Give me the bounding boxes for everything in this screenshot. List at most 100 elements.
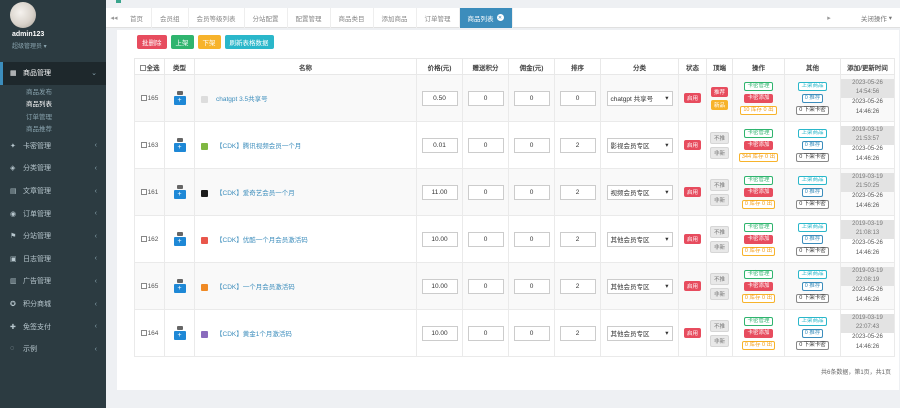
tab[interactable]: 商品列表 ✕ (459, 7, 513, 28)
row-select-cell[interactable]: 164 (134, 309, 165, 357)
product-name-cell[interactable]: 【CDK】黄金1个月激活码 (194, 309, 417, 357)
sort-input[interactable]: 2 (559, 231, 596, 247)
category-select[interactable]: 其他会员专区 ▾ (606, 325, 673, 341)
status-toggle[interactable]: 启用 (683, 328, 701, 338)
submenu-item[interactable]: 商品列表 (0, 97, 106, 110)
card-manage-button[interactable]: 卡密管理 (744, 316, 773, 326)
unshelf-card-button[interactable]: 0 下架卡密 (796, 105, 829, 115)
commission-input[interactable]: 0 (513, 90, 550, 106)
tab[interactable]: 首页 (122, 7, 152, 28)
points-input[interactable]: 0 (467, 137, 504, 153)
row-checkbox[interactable] (140, 282, 147, 289)
product-name-link[interactable]: 【CDK】一个月会员激活码 (216, 284, 295, 291)
on-shelf-button[interactable]: 上架 (170, 35, 194, 49)
price-input[interactable]: 10.00 (421, 278, 458, 294)
commission-input[interactable]: 0 (513, 184, 550, 200)
row-select-cell[interactable]: 161 (134, 168, 165, 216)
card-add-button[interactable]: 卡密添加 (744, 187, 773, 197)
unshelf-card-button[interactable]: 0 下架卡密 (796, 152, 829, 162)
category-select[interactable]: 其他会员专区 ▾ (606, 278, 673, 294)
sort-input[interactable]: 2 (559, 137, 596, 153)
recommend-button[interactable]: 0 推荐 (801, 328, 824, 338)
sidebar-item[interactable]: ✦ 卡密管理 ‹ (0, 135, 106, 158)
submenu-item[interactable]: 订单管理 (0, 110, 106, 123)
unshelf-card-button[interactable]: 0 下架卡密 (796, 293, 829, 303)
status-toggle[interactable]: 启用 (683, 234, 701, 244)
row-checkbox[interactable] (140, 94, 147, 101)
tab[interactable]: 订单管理 (417, 7, 460, 28)
tab[interactable]: 会员等级列表 (189, 7, 245, 28)
tab[interactable]: 会员组 (152, 7, 189, 28)
product-name-link[interactable]: 【CDK】腾讯视频会员一个月 (216, 143, 301, 150)
sidebar-item[interactable]: ▤ 文章管理 ‹ (0, 180, 106, 203)
shelf-button[interactable]: 上架商品 (798, 81, 827, 91)
commission-input[interactable]: 0 (513, 231, 550, 247)
card-manage-button[interactable]: 卡密管理 (744, 175, 773, 185)
price-input[interactable]: 0.50 (421, 90, 458, 106)
price-input[interactable]: 10.00 (421, 325, 458, 341)
category-select[interactable]: 影视会员专区 ▾ (606, 137, 673, 153)
card-manage-button[interactable]: 卡密管理 (744, 269, 773, 279)
shelf-button[interactable]: 上架商品 (798, 269, 827, 279)
card-manage-button[interactable]: 卡密管理 (744, 128, 773, 138)
tab[interactable]: 配置管理 (288, 7, 331, 28)
status-toggle[interactable]: 启用 (683, 140, 701, 150)
product-name-cell[interactable]: 【CDK】腾讯视频会员一个月 (194, 121, 417, 169)
row-select-cell[interactable]: 165 (134, 74, 165, 122)
tab-prev-icon[interactable]: ◂◂ (106, 14, 122, 22)
status-toggle[interactable]: 启用 (683, 93, 701, 103)
batch-delete-button[interactable]: 批删除 (137, 35, 167, 49)
price-input[interactable]: 11.00 (421, 184, 458, 200)
product-name-link[interactable]: 【CDK】优酷一个月会员激活码 (216, 237, 308, 244)
row-select-cell[interactable]: 163 (134, 121, 165, 169)
sort-input[interactable]: 2 (559, 278, 596, 294)
sort-input[interactable]: 0 (559, 90, 596, 106)
submenu-item[interactable]: 商品发布 (0, 85, 106, 98)
category-select[interactable]: chatgpt 共享号 ▾ (606, 90, 673, 106)
recommend-button[interactable]: 0 推荐 (801, 93, 824, 103)
shelf-button[interactable]: 上架商品 (798, 316, 827, 326)
card-manage-button[interactable]: 卡密管理 (744, 81, 773, 91)
commission-input[interactable]: 0 (513, 278, 550, 294)
user-role[interactable]: 超级管理员 ▾ (12, 41, 47, 50)
status-toggle[interactable]: 启用 (683, 187, 701, 197)
recommend-button[interactable]: 0 推荐 (801, 234, 824, 244)
recommend-button[interactable]: 0 推荐 (801, 140, 824, 150)
new-toggle[interactable]: 非新 (709, 334, 729, 347)
recommend-toggle[interactable]: 不推 (709, 225, 729, 238)
recommend-toggle[interactable]: 推荐 (710, 86, 728, 97)
tab[interactable]: 添加商品 (374, 7, 417, 28)
card-manage-button[interactable]: 卡密管理 (744, 222, 773, 232)
card-add-button[interactable]: 卡密添加 (744, 93, 773, 103)
new-toggle[interactable]: 非新 (709, 193, 729, 206)
points-input[interactable]: 0 (467, 231, 504, 247)
product-name-cell[interactable]: 【CDK】一个月会员激活码 (194, 262, 417, 310)
category-select[interactable]: 视频会员专区 ▾ (606, 184, 673, 200)
sidebar-item[interactable]: ◉ 订单管理 ‹ (0, 202, 106, 225)
card-add-button[interactable]: 卡密添加 (744, 281, 773, 291)
product-name-link[interactable]: chatgpt 3.5共享号 (216, 96, 268, 103)
sidebar-item[interactable]: ✚ 免签支付 ‹ (0, 315, 106, 338)
unshelf-card-button[interactable]: 0 下架卡密 (796, 199, 829, 209)
product-name-cell[interactable]: 【CDK】爱奇艺会员一个月 (194, 168, 417, 216)
row-checkbox[interactable] (140, 141, 147, 148)
product-name-link[interactable]: 【CDK】黄金1个月激活码 (216, 331, 292, 338)
submenu-item[interactable]: 商品推荐 (0, 122, 106, 135)
category-select[interactable]: 其他会员专区 ▾ (606, 231, 673, 247)
sidebar-item[interactable]: ✪ 积分商城 ‹ (0, 293, 106, 316)
points-input[interactable]: 0 (467, 184, 504, 200)
new-toggle[interactable]: 非新 (709, 287, 729, 300)
sort-input[interactable]: 2 (559, 325, 596, 341)
points-input[interactable]: 0 (467, 325, 504, 341)
tab[interactable]: 商品类目 (331, 7, 374, 28)
recommend-toggle[interactable]: 不推 (709, 131, 729, 144)
points-input[interactable]: 0 (467, 90, 504, 106)
row-checkbox[interactable] (140, 188, 147, 195)
product-name-cell[interactable]: chatgpt 3.5共享号 (194, 74, 417, 122)
sidebar-item[interactable]: ⚑ 分站管理 ‹ (0, 225, 106, 248)
recommend-button[interactable]: 0 推荐 (801, 187, 824, 197)
sidebar-item[interactable]: ◌ 示例 ‹ (0, 338, 106, 361)
recommend-toggle[interactable]: 不推 (709, 319, 729, 332)
shelf-button[interactable]: 上架商品 (798, 128, 827, 138)
price-input[interactable]: 0.01 (421, 137, 458, 153)
